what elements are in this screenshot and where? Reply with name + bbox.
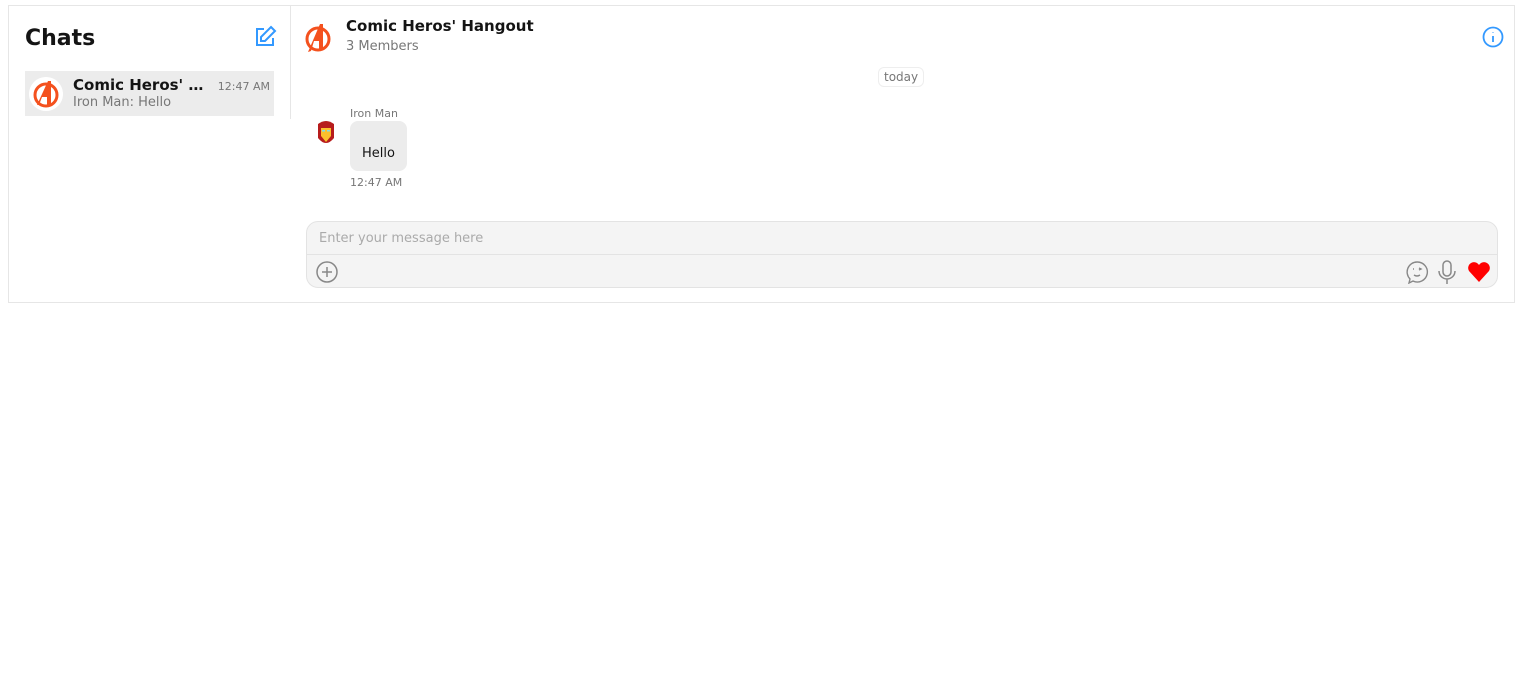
message-time: 12:47 AM — [350, 176, 403, 189]
heart-icon[interactable] — [1467, 260, 1491, 284]
microphone-icon[interactable] — [1435, 260, 1459, 284]
emoji-icon[interactable] — [1405, 260, 1429, 284]
chat-list-item[interactable]: Comic Heros' Hangout 12:47 AM Iron Man: … — [25, 71, 274, 116]
message-composer — [306, 221, 1498, 288]
avengers-logo-avatar — [29, 77, 63, 111]
date-separator: today — [878, 67, 925, 87]
add-attachment-icon[interactable] — [315, 260, 339, 284]
conversation-pane: Comic Heros' Hangout 3 Members today Iro… — [292, 6, 1514, 302]
iron-man-avatar — [318, 121, 334, 143]
message-input[interactable] — [307, 222, 1497, 255]
info-icon[interactable] — [1482, 26, 1504, 48]
chat-name: Comic Heros' Hangout — [73, 76, 209, 94]
chat-time: 12:47 AM — [217, 80, 270, 93]
chat-last-message: Iron Man: Hello — [73, 95, 172, 110]
message-bubble: Hello — [350, 121, 407, 171]
member-count: 3 Members — [346, 39, 419, 54]
compose-icon[interactable] — [253, 25, 277, 49]
chat-app: Chats Comic Heros' Hangout 12:47 AM Iron… — [8, 5, 1515, 303]
sidebar-title: Chats — [25, 26, 96, 51]
conversation-title: Comic Heros' Hangout — [346, 17, 534, 35]
sidebar: Chats Comic Heros' Hangout 12:47 AM Iron… — [9, 6, 291, 119]
group-avatar — [305, 24, 331, 52]
message-sender: Iron Man — [350, 107, 398, 120]
